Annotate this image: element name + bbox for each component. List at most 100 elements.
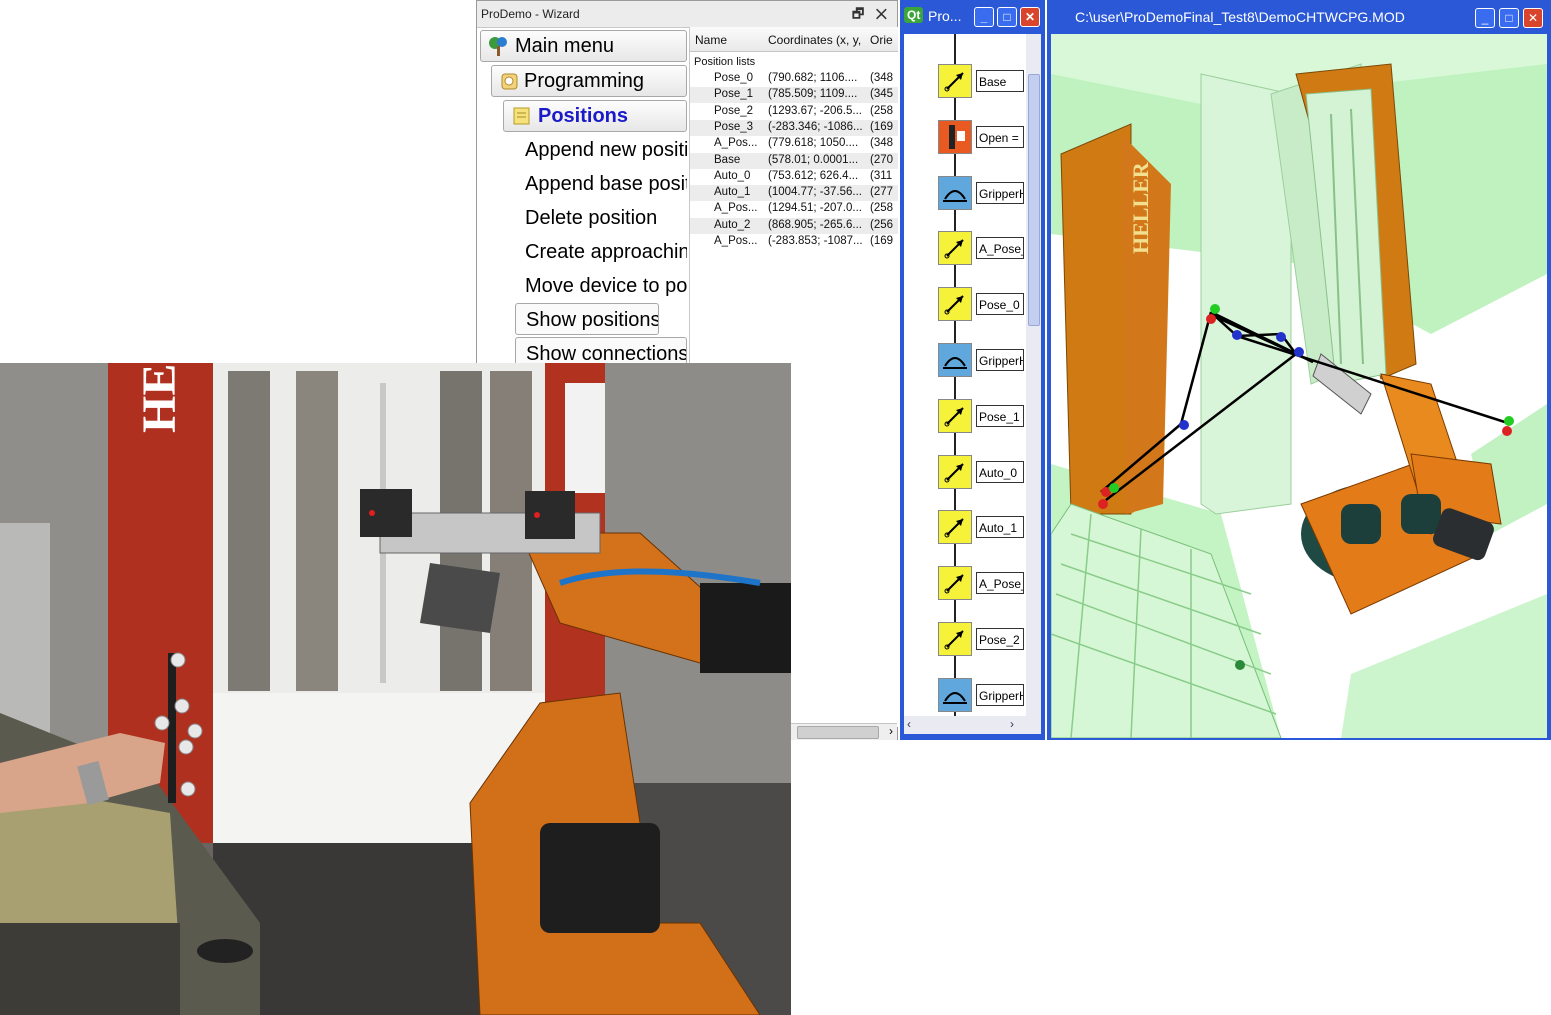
table-row[interactable]: Base (578.01; 0.0001... (270 bbox=[690, 152, 898, 169]
flow-diagram: Base Open = 1 GripperHi A_Pose_0 Pose_0 Gripp… bbox=[904, 34, 1026, 716]
cell-coords: (578.01; 0.0001... bbox=[768, 153, 859, 166]
table-row[interactable]: Auto_2 (868.905; -265.6... (256 bbox=[690, 217, 898, 234]
cell-name: Base bbox=[714, 153, 741, 166]
programming-button[interactable]: Programming bbox=[491, 65, 687, 97]
table-row[interactable]: A_Pos... (779.618; 1050.... (348 bbox=[690, 136, 898, 152]
flow-vscrollbar[interactable] bbox=[1026, 34, 1041, 716]
cell-coords: (868.905; -265.6... bbox=[768, 218, 862, 231]
move-step-icon[interactable] bbox=[938, 398, 972, 433]
maximize-icon[interactable]: □ bbox=[997, 7, 1017, 27]
flow-step-label[interactable]: Pose_0 bbox=[976, 293, 1024, 316]
column-name[interactable]: Name bbox=[695, 33, 727, 47]
qt-logo-icon: Qt bbox=[904, 7, 924, 23]
wizard-titlebar: ProDemo - Wizard 🗗 ✕ bbox=[477, 1, 897, 28]
simulation-3d-view[interactable]: HELLER bbox=[1051, 34, 1547, 738]
table-row[interactable]: A_Pos... (-283.853; -1087... (169 bbox=[690, 234, 898, 250]
main-menu-label: Main menu bbox=[515, 35, 614, 57]
table-row[interactable]: Pose_2 (1293.67; -206.5... (258 bbox=[690, 104, 898, 120]
vscroll-thumb[interactable] bbox=[1028, 74, 1040, 326]
move-step-icon[interactable] bbox=[938, 64, 972, 98]
flow-step-label[interactable]: Open = 1 bbox=[976, 125, 1024, 148]
table-row[interactable]: Auto_0 (753.612; 626.4... (311 bbox=[690, 169, 898, 185]
cell-orient: (345 bbox=[870, 88, 894, 101]
scroll-left-icon[interactable]: ‹ bbox=[907, 717, 911, 731]
cell-orient: (169 bbox=[870, 120, 894, 133]
cell-orient: (258 bbox=[870, 202, 894, 215]
close-icon[interactable]: ✕ bbox=[1523, 8, 1543, 28]
flow-step-label[interactable]: Pose_2 bbox=[976, 628, 1024, 650]
cell-orient: (348 bbox=[870, 137, 894, 150]
wizard-window-buttons[interactable]: 🗗 ✕ bbox=[852, 5, 891, 27]
flow-step-label[interactable]: GripperHi bbox=[976, 181, 1024, 204]
create-approaching-item[interactable]: Create approaching bbox=[525, 241, 687, 264]
simulation-window: C:\user\ProDemoFinal_Test8\DemoCHTWCPG.M… bbox=[1047, 0, 1551, 740]
move-step-icon[interactable] bbox=[938, 510, 972, 545]
flow-step-label[interactable]: Auto_1 bbox=[976, 516, 1024, 539]
cell-orient: (258 bbox=[870, 104, 894, 117]
app-icon bbox=[1055, 9, 1075, 57]
table-row[interactable]: Pose_1 (785.509; 1109.... (345 bbox=[690, 87, 898, 104]
table-row[interactable]: Auto_1 (1004.77; -37.56... (277 bbox=[690, 185, 898, 202]
delete-position-item[interactable]: Delete position bbox=[525, 207, 687, 230]
move-step-icon[interactable] bbox=[938, 622, 972, 656]
cell-coords: (753.612; 626.4... bbox=[768, 169, 859, 182]
tree-icon bbox=[487, 35, 509, 57]
close-icon[interactable]: ✕ bbox=[1020, 7, 1040, 27]
cell-orient: (270 bbox=[870, 153, 894, 166]
flow-window: Qt Pro... _ □ ✕ Base Open = 1 GripperHi A_P… bbox=[900, 0, 1045, 740]
positions-button[interactable]: Positions bbox=[503, 100, 687, 132]
cell-orient: (277 bbox=[870, 186, 894, 199]
minimize-icon[interactable]: _ bbox=[1475, 8, 1495, 28]
flow-step-label[interactable]: GripperHi bbox=[976, 349, 1024, 371]
flow-step-label[interactable]: GripperHi bbox=[976, 683, 1024, 706]
scroll-right-icon[interactable]: › bbox=[889, 724, 893, 738]
minimize-icon[interactable]: _ bbox=[974, 7, 994, 27]
scroll-right-icon[interactable]: › bbox=[1010, 717, 1014, 731]
wizard-title: ProDemo - Wizard bbox=[481, 7, 580, 21]
cell-coords: (1294.51; -207.0... bbox=[768, 202, 862, 215]
cell-name: Pose_0 bbox=[714, 72, 754, 84]
cell-orient: (256 bbox=[870, 218, 894, 231]
move-step-icon[interactable] bbox=[938, 287, 972, 322]
append-base-position-item[interactable]: Append base positi bbox=[525, 173, 687, 196]
maximize-icon[interactable]: □ bbox=[1499, 8, 1519, 28]
cell-name: A_Pos... bbox=[714, 235, 758, 247]
cell-name: Pose_2 bbox=[714, 104, 754, 117]
cell-name: Auto_1 bbox=[714, 186, 751, 199]
cell-coords: (779.618; 1050.... bbox=[768, 137, 859, 150]
flow-titlebar: Qt Pro... _ □ ✕ bbox=[904, 5, 1041, 31]
gripper-step-icon[interactable] bbox=[938, 677, 972, 712]
flow-title: Pro... bbox=[928, 8, 962, 24]
column-coordinates[interactable]: Coordinates (x, y, z bbox=[768, 33, 864, 47]
cell-coords: (1004.77; -37.56... bbox=[768, 186, 862, 199]
flow-step-label[interactable]: Auto_0 bbox=[976, 460, 1024, 483]
flow-step-label[interactable]: A_Pose_2 bbox=[976, 572, 1024, 595]
cell-orient: (348 bbox=[870, 72, 894, 84]
gripper-step-icon[interactable] bbox=[938, 175, 972, 210]
show-positions-button[interactable]: Show positions bbox=[515, 303, 659, 335]
move-step-icon[interactable] bbox=[938, 566, 972, 601]
io-step-icon[interactable] bbox=[938, 119, 972, 154]
cell-name: Auto_2 bbox=[714, 218, 751, 231]
flow-hscrollbar[interactable]: ‹ › bbox=[904, 716, 1041, 734]
flow-step-label[interactable]: A_Pose_0 bbox=[976, 237, 1024, 260]
heller-label-photo: HE bbox=[133, 364, 186, 433]
gripper-step-icon[interactable] bbox=[938, 343, 972, 377]
flow-step-label[interactable]: Base bbox=[976, 70, 1024, 92]
cell-orient: (311 bbox=[870, 169, 893, 182]
move-device-item[interactable]: Move device to pos bbox=[525, 275, 687, 298]
cell-coords: (785.509; 1109.... bbox=[768, 88, 858, 101]
move-step-icon[interactable] bbox=[938, 231, 972, 266]
cell-orient: (169 bbox=[870, 235, 894, 247]
column-orientation[interactable]: Orie bbox=[870, 33, 893, 47]
table-row[interactable]: A_Pos... (1294.51; -207.0... (258 bbox=[690, 201, 898, 217]
append-new-position-item[interactable]: Append new positic bbox=[525, 139, 687, 162]
table-row[interactable]: Pose_3 (-283.346; -1086... (169 bbox=[690, 119, 898, 136]
move-step-icon[interactable] bbox=[938, 454, 972, 489]
cell-name: Pose_3 bbox=[714, 120, 754, 133]
table-row[interactable]: Pose_0 (790.682; 1106.... (348 bbox=[690, 71, 898, 87]
hscroll-thumb[interactable] bbox=[797, 726, 879, 739]
flow-step-label[interactable]: Pose_1 bbox=[976, 404, 1024, 427]
main-menu-button[interactable]: Main menu bbox=[480, 30, 687, 62]
cell-name: A_Pos... bbox=[714, 137, 758, 150]
